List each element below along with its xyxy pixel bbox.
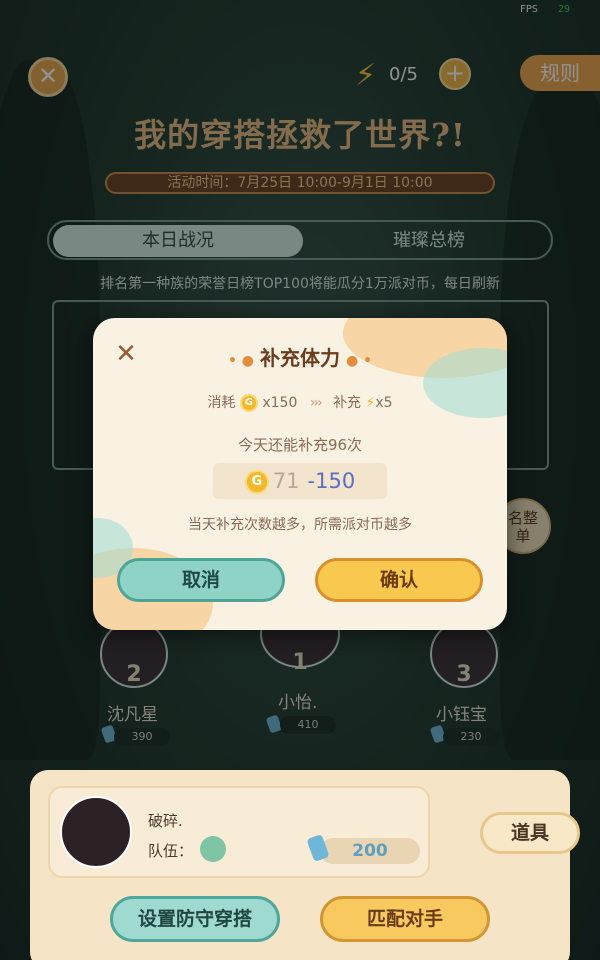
lightning-icon: ⚡ (365, 395, 376, 411)
party-coin-icon: G (244, 470, 269, 494)
confirm-button[interactable]: 确认 (315, 558, 483, 602)
dialog-title: • ● 补充体力 ● • (227, 346, 373, 370)
player-panel: 破碎. 队伍： 200 (30, 770, 570, 960)
set-defense-outfit-button[interactable]: 设置防守穿搭 (110, 896, 280, 942)
team-label: 队伍： (148, 842, 194, 860)
exchange-row: 消耗 G x150 ››› 补充 ⚡x5 (207, 394, 393, 412)
player-name: 破碎. (148, 812, 183, 830)
cancel-button[interactable]: 取消 (117, 558, 285, 602)
party-coin-icon: G (239, 394, 258, 412)
refill-energy-dialog: ✕ • ● 补充体力 ● • 消耗 G x150 ››› 补充 ⚡x5 今天还能补充… (93, 318, 507, 630)
cost-hint: 当天补充次数越多，所需派对币越多 (188, 517, 412, 533)
player-card: 破碎. 队伍： 200 (48, 786, 430, 878)
team-badge-icon (200, 836, 226, 862)
coin-balance: G 71 -150 (213, 463, 387, 499)
remaining-refills: 今天还能补充96次 (237, 436, 363, 454)
items-button[interactable]: 道具 (480, 812, 580, 854)
avatar[interactable] (60, 796, 132, 868)
crystal-icon (306, 833, 330, 863)
match-opponent-button[interactable]: 匹配对手 (320, 896, 490, 942)
player-power: 200 (320, 838, 420, 864)
